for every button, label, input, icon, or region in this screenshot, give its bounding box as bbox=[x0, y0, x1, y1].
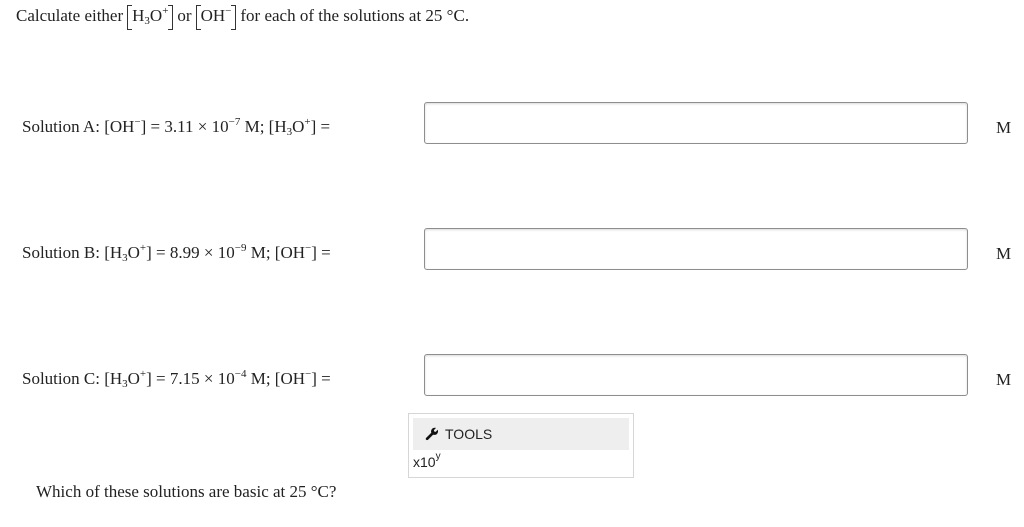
tools-panel: TOOLS x10y bbox=[408, 413, 634, 478]
tools-label: TOOLS bbox=[445, 426, 493, 442]
solution-c-label: Solution C: [H3O+] = 7.15 × 10−4 M; [OH−… bbox=[22, 368, 331, 390]
oh-bracket: OH− bbox=[195, 5, 237, 30]
scientific-notation-button[interactable]: x10y bbox=[413, 452, 441, 471]
solution-b-oh-input[interactable] bbox=[424, 228, 968, 270]
solution-b-label: Solution B: [H3O+] = 8.99 × 10−9 M; [OH−… bbox=[22, 242, 331, 264]
h3o-bracket: H3O+ bbox=[127, 5, 174, 30]
tools-toggle-button[interactable]: TOOLS bbox=[413, 418, 629, 450]
solution-a-label: Solution A: [OH−] = 3.11 × 10−7 M; [H3O+… bbox=[22, 116, 331, 138]
solution-a-h3o-input[interactable] bbox=[424, 102, 968, 144]
wrench-icon bbox=[425, 427, 439, 441]
instructions-suffix: for each of the solutions at 25 °C. bbox=[240, 6, 470, 25]
solution-a-unit: M bbox=[996, 118, 1012, 137]
solution-b-unit: M bbox=[996, 244, 1012, 263]
solution-c-oh-input[interactable] bbox=[424, 354, 968, 396]
instructions-prefix: Calculate either bbox=[16, 6, 124, 25]
solution-c-unit: M bbox=[996, 370, 1012, 389]
instructions: Calculate either H3O+ or OH− for each of… bbox=[16, 5, 470, 30]
question-text: Which of these solutions are basic at 25… bbox=[36, 482, 337, 501]
instructions-or: or bbox=[177, 6, 192, 25]
